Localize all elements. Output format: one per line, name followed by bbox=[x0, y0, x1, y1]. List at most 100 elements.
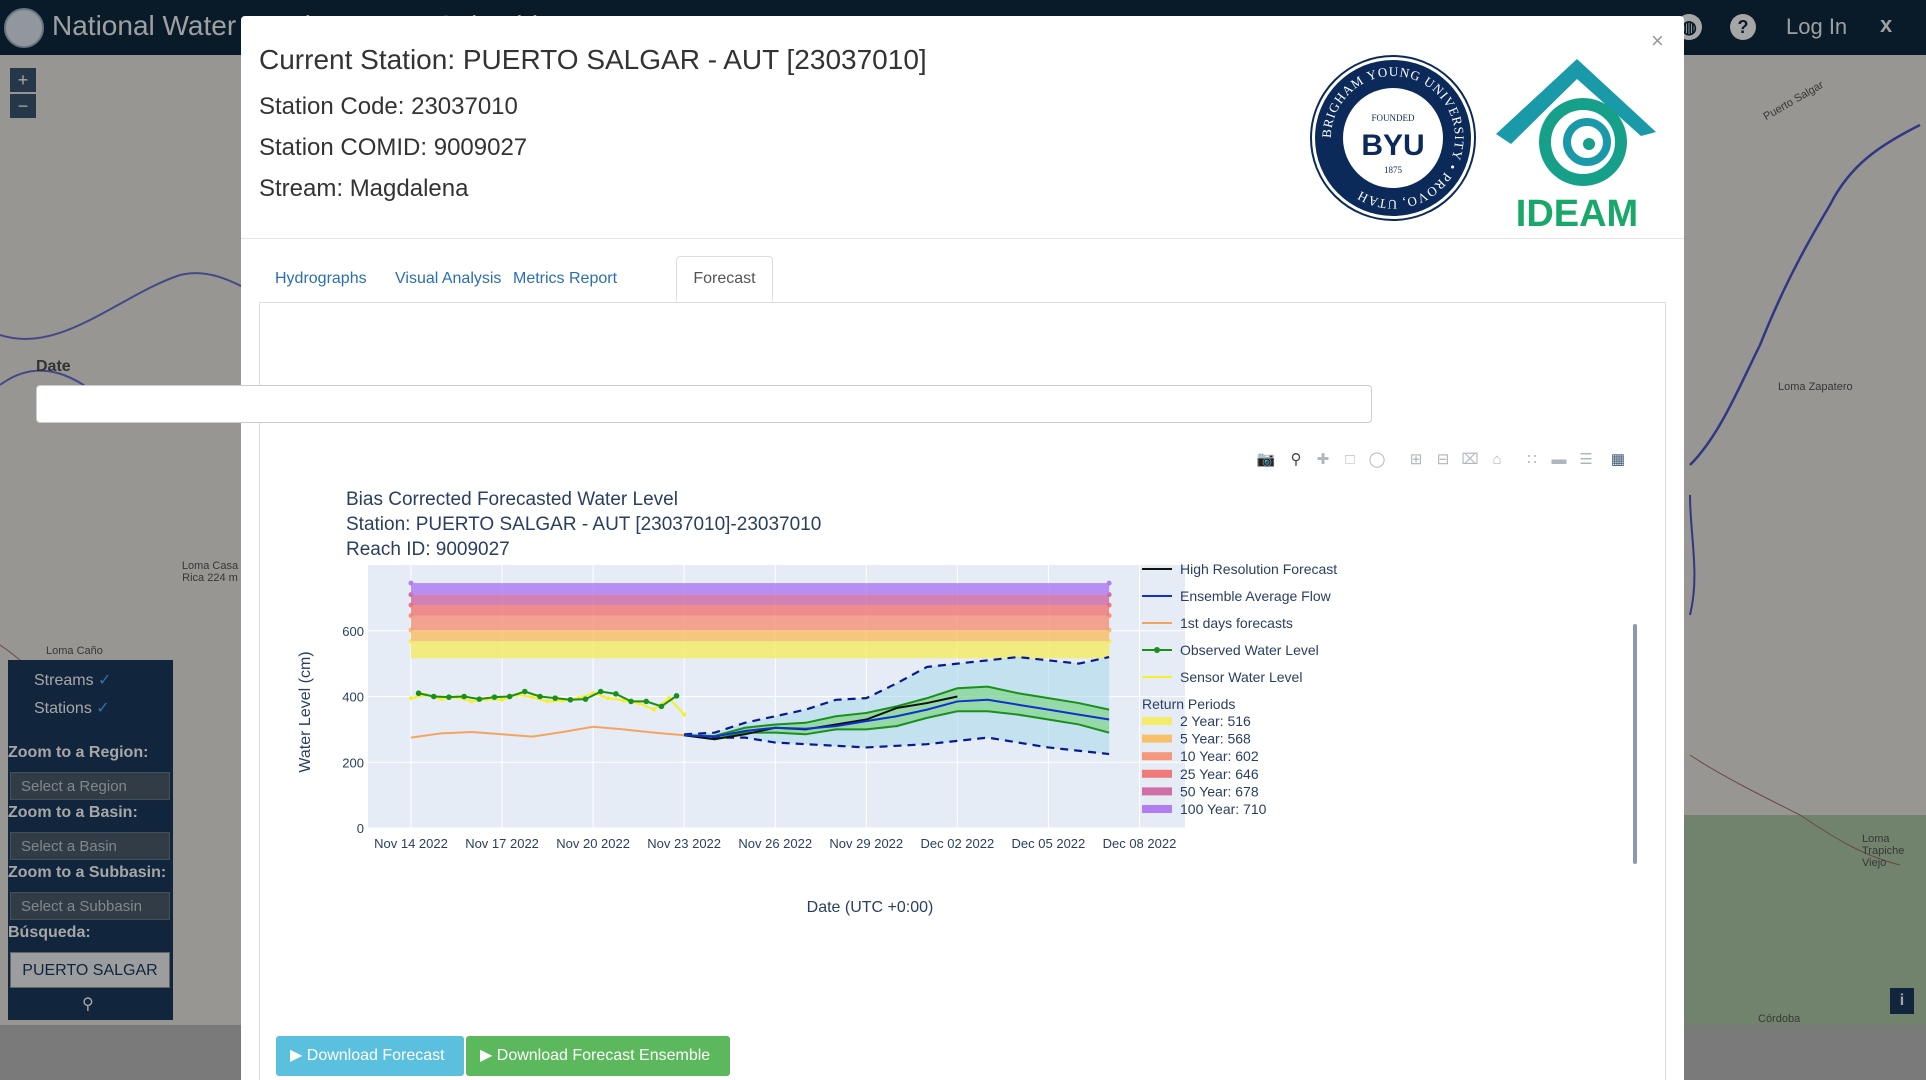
x-tick-label: Nov 29 2022 bbox=[829, 836, 903, 851]
legend-item-label: 5 Year: 568 bbox=[1180, 731, 1251, 747]
return-period-band bbox=[411, 641, 1110, 659]
tab-hydrographs[interactable]: Hydrographs bbox=[259, 256, 383, 302]
ideam-label: IDEAM bbox=[1516, 193, 1638, 234]
observed-point bbox=[415, 690, 422, 697]
legend-swatch-dot bbox=[1154, 753, 1160, 760]
chart-subtitle-station: Station: PUERTO SALGAR - AUT [23037010]-… bbox=[346, 514, 821, 535]
lasso-icon[interactable]: ◯ bbox=[1367, 450, 1387, 470]
box-select-icon[interactable]: □ bbox=[1340, 450, 1360, 470]
sensor-point bbox=[545, 699, 550, 704]
observed-point bbox=[567, 696, 574, 703]
return-period-band bbox=[411, 630, 1110, 642]
date-label: Date bbox=[36, 358, 71, 375]
legend-item-label: Observed Water Level bbox=[1180, 642, 1319, 658]
y-tick-label: 600 bbox=[342, 624, 364, 639]
legend-item-label: 50 Year: 678 bbox=[1180, 783, 1259, 799]
chart-xlabel: Date (UTC +0:00) bbox=[807, 899, 934, 916]
legend-scrollbar[interactable] bbox=[1633, 624, 1637, 864]
tab-forecast[interactable]: Forecast bbox=[676, 256, 773, 302]
play-icon: ▶ bbox=[480, 1047, 493, 1064]
chart-ylabel: Water Level (cm) bbox=[297, 651, 314, 772]
observed-point bbox=[673, 693, 680, 699]
sensor-point bbox=[500, 697, 505, 702]
plotly-logo-icon[interactable]: ▦ bbox=[1608, 450, 1628, 470]
observed-point bbox=[597, 688, 604, 695]
legend-swatch-dot bbox=[1154, 788, 1160, 795]
x-tick-label: Dec 05 2022 bbox=[1012, 836, 1086, 851]
return-period-band bbox=[411, 583, 1110, 595]
observed-point bbox=[446, 694, 452, 700]
hover-closest-icon[interactable]: ▬ bbox=[1549, 450, 1569, 470]
zoom-out-plot-icon[interactable]: ⊟ bbox=[1433, 450, 1453, 470]
x-tick-label: Nov 17 2022 bbox=[465, 836, 539, 851]
sensor-point bbox=[682, 712, 687, 717]
zoom-icon[interactable]: ⚲ bbox=[1286, 450, 1306, 470]
camera-icon[interactable]: 📷 bbox=[1256, 450, 1276, 470]
sensor-point bbox=[606, 696, 611, 701]
observed-point bbox=[522, 688, 528, 695]
legend-item-label: 100 Year: 710 bbox=[1180, 801, 1267, 817]
observed-point bbox=[491, 694, 498, 700]
observed-point bbox=[537, 693, 543, 700]
y-tick-label: 400 bbox=[342, 690, 364, 705]
byu-name: BYU bbox=[1361, 129, 1424, 162]
x-tick-label: Nov 23 2022 bbox=[647, 836, 721, 851]
autoscale-icon[interactable]: ⌧ bbox=[1460, 450, 1480, 470]
y-tick-label: 200 bbox=[342, 755, 364, 770]
pan-icon[interactable]: ✚ bbox=[1313, 450, 1333, 470]
zoom-in-plot-icon[interactable]: ⊞ bbox=[1406, 450, 1426, 470]
modal-tabs: Hydrographs Visual Analysis Metrics Repo… bbox=[259, 256, 1666, 303]
observed-point bbox=[430, 693, 437, 700]
byu-year: 1875 bbox=[1384, 165, 1403, 175]
date-input[interactable] bbox=[36, 385, 1372, 423]
chart-subtitle-reach: Reach ID: 9009027 bbox=[346, 539, 510, 560]
sensor-point bbox=[530, 695, 535, 700]
x-tick-label: Nov 26 2022 bbox=[738, 836, 812, 851]
observed-point bbox=[582, 696, 589, 702]
x-tick-label: Nov 14 2022 bbox=[374, 836, 448, 851]
download-ensemble-button[interactable]: ▶ Download Forecast Ensemble bbox=[466, 1036, 730, 1076]
observed-point bbox=[613, 691, 619, 697]
observed-point bbox=[461, 693, 467, 700]
legend-swatch-dot bbox=[1154, 718, 1160, 724]
download-forecast-label: Download Forecast bbox=[306, 1047, 445, 1064]
observed-point bbox=[628, 698, 634, 705]
legend-item-label: 1st days forecasts bbox=[1180, 615, 1293, 631]
legend-item-label: 10 Year: 602 bbox=[1180, 748, 1259, 764]
station-title: Current Station: PUERTO SALGAR - AUT [23… bbox=[259, 44, 927, 75]
modal-close-button[interactable]: × bbox=[1651, 28, 1664, 54]
hover-compare-icon[interactable]: ☰ bbox=[1576, 450, 1596, 470]
legend-swatch-dot bbox=[1154, 735, 1160, 742]
sensor-point bbox=[469, 699, 474, 704]
legend-swatch-dot bbox=[1154, 770, 1160, 777]
download-ensemble-label: Download Forecast Ensemble bbox=[496, 1047, 711, 1064]
legend-swatch-dot bbox=[1154, 647, 1160, 653]
forecast-chart[interactable]: Bias Corrected Forecasted Water Level St… bbox=[270, 470, 1670, 930]
observed-point bbox=[658, 703, 665, 710]
x-tick-label: Dec 08 2022 bbox=[1103, 836, 1177, 851]
modal-header-divider bbox=[241, 238, 1684, 239]
download-forecast-button[interactable]: ▶ Download Forecast bbox=[276, 1036, 464, 1076]
station-comid: Station COMID: 9009027 bbox=[259, 134, 528, 161]
legend-item-label: High Resolution Forecast bbox=[1180, 561, 1337, 577]
legend-swatch-dot bbox=[1154, 806, 1160, 812]
reset-axes-icon[interactable]: ⌂ bbox=[1487, 450, 1507, 470]
legend-item-label: Return Periods bbox=[1142, 696, 1235, 712]
station-code: Station Code: 23037010 bbox=[259, 93, 518, 120]
observed-point bbox=[476, 696, 483, 702]
return-period-band bbox=[411, 615, 1110, 631]
legend-item-label: Sensor Water Level bbox=[1180, 669, 1302, 685]
legend-item-label: 25 Year: 646 bbox=[1180, 766, 1259, 782]
return-period-marker bbox=[408, 580, 414, 586]
return-period-band bbox=[411, 594, 1110, 606]
sensor-point bbox=[409, 696, 413, 701]
return-period-marker bbox=[1106, 580, 1112, 586]
observed-point bbox=[552, 695, 558, 701]
legend-item-label: 2 Year: 516 bbox=[1180, 713, 1251, 729]
x-tick-label: Dec 02 2022 bbox=[920, 836, 994, 851]
play-icon: ▶ bbox=[290, 1047, 303, 1064]
ideam-logo: IDEAM bbox=[1496, 59, 1656, 234]
byu-founded: FOUNDED bbox=[1371, 113, 1415, 123]
spike-lines-icon[interactable]: ∷ bbox=[1522, 450, 1542, 470]
tab-metrics-report[interactable]: Metrics Report bbox=[497, 256, 633, 302]
